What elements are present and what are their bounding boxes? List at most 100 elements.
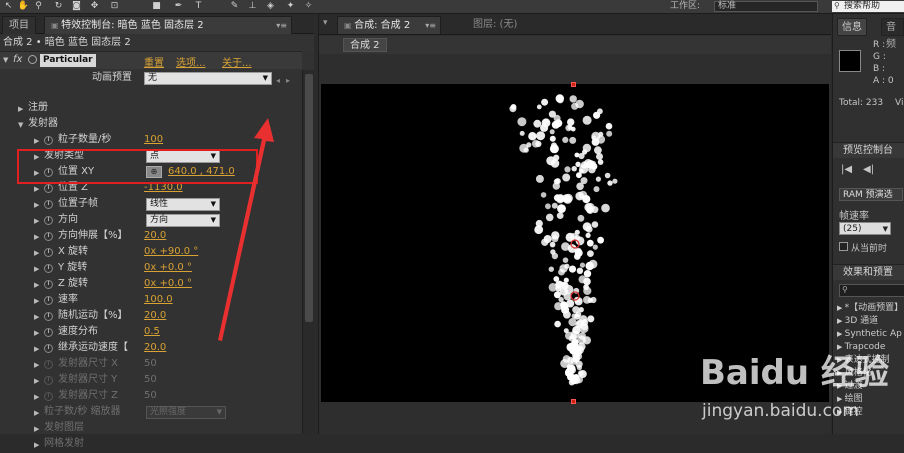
stopwatch-icon[interactable] [44, 200, 53, 209]
stopwatch-icon[interactable] [44, 232, 53, 241]
stopwatch-icon[interactable] [44, 344, 53, 353]
effect-controls-scrollbar[interactable] [302, 70, 314, 434]
param-value[interactable]: 0x +0.0 ° [144, 260, 192, 276]
chevron-right-icon[interactable]: ▶ [34, 405, 39, 421]
workspace-select[interactable]: 标准 [714, 1, 818, 12]
stopwatch-icon[interactable] [44, 280, 53, 289]
panel-menu-icon[interactable]: ▾≡ [276, 17, 287, 34]
eraser-tool-icon[interactable]: ◈ [264, 1, 277, 12]
param-value[interactable]: 0x +0.0 ° [144, 276, 192, 292]
effects-presets-header[interactable]: 效果和预置 [833, 264, 904, 280]
from-current-checkbox[interactable] [839, 242, 848, 251]
pan-tool-icon[interactable]: ✥ [88, 1, 101, 12]
zoom-tool-icon[interactable]: ⚲ [32, 1, 45, 12]
chevron-right-icon[interactable]: ▶ [34, 245, 39, 261]
puppet-tool-icon[interactable]: ✧ [302, 1, 315, 12]
param-value[interactable]: 100.0 [144, 292, 173, 308]
orbit-tool-icon[interactable]: ⊡ [108, 1, 121, 12]
param-value[interactable]: 50 [144, 388, 157, 404]
prev-frame-icon[interactable]: ◀| [863, 164, 874, 175]
chevron-right-icon[interactable]: ▶ [34, 165, 39, 181]
param-dropdown[interactable]: 方向 ▼ [146, 214, 220, 227]
next-preset-icon[interactable]: ▸ [286, 73, 290, 89]
crosshair-icon[interactable]: ⊕ [146, 166, 162, 178]
param-value[interactable]: 0x +90.0 ° [144, 244, 198, 260]
chevron-right-icon[interactable]: ▶ [34, 341, 39, 357]
roto-tool-icon[interactable]: ✦ [284, 1, 297, 12]
chevron-right-icon[interactable]: ▶ [34, 149, 39, 165]
brush-tool-icon[interactable]: ✎ [228, 1, 241, 12]
prev-preset-icon[interactable]: ◂ [276, 73, 280, 89]
chevron-right-icon[interactable]: ▶ [34, 181, 39, 197]
effects-category-item[interactable]: ▶ 风格化 [837, 367, 904, 380]
frame-rate-select[interactable]: (25) ▼ [839, 222, 891, 235]
search-help-input[interactable]: ⚲ 搜索帮助 [832, 1, 904, 12]
stopwatch-icon[interactable] [44, 248, 53, 257]
effects-category-item[interactable]: ▶ 过渡 [837, 380, 904, 393]
first-frame-icon[interactable]: |◀ [841, 164, 852, 175]
chevron-right-icon[interactable]: ▶ [34, 213, 39, 229]
effect-reset-link[interactable]: 重置 [144, 54, 164, 69]
tab-info[interactable]: 信息 [837, 18, 867, 36]
chevron-right-icon[interactable]: ▶ [34, 373, 39, 389]
param-value[interactable]: 20.0 [144, 340, 166, 356]
comp-breadcrumb-chip[interactable]: 合成 2 [343, 38, 387, 52]
hand-tool-icon[interactable]: ✋ [17, 1, 30, 12]
layer-handle-top[interactable] [571, 82, 576, 87]
effects-category-item[interactable]: ▶ 表达式控制 [837, 354, 904, 367]
layer-handle-bottom[interactable] [571, 399, 576, 404]
animation-preset-dropdown[interactable]: 无 ▼ [144, 72, 272, 85]
tab-project[interactable]: 项目 [2, 16, 36, 34]
stopwatch-icon[interactable] [44, 328, 53, 337]
rect-tool-icon[interactable]: ■ [150, 1, 163, 12]
effects-category-item[interactable]: ▶ 3D 通道 [837, 315, 904, 328]
param-value[interactable]: 50 [144, 372, 157, 388]
stopwatch-icon[interactable] [44, 136, 53, 145]
param-value[interactable]: 20.0 [144, 228, 166, 244]
chevron-right-icon[interactable]: ▶ [34, 389, 39, 405]
tab-layer[interactable]: 图层: (无) [467, 16, 523, 34]
stopwatch-icon[interactable] [44, 312, 53, 321]
rotate-tool-icon[interactable]: ↻ [52, 1, 65, 12]
effect-about-link[interactable]: 关于... [222, 54, 252, 69]
tab-audio[interactable]: 音频 [881, 18, 904, 50]
stopwatch-icon[interactable] [44, 376, 53, 385]
stopwatch-icon[interactable] [44, 360, 53, 369]
effect-collapse-icon[interactable]: ▼ [3, 56, 8, 64]
stopwatch-icon[interactable] [44, 296, 53, 305]
chevron-right-icon[interactable]: ▶ [34, 261, 39, 277]
effect-options-link[interactable]: 选项... [176, 54, 206, 69]
effects-search-input[interactable]: ⚲ [839, 284, 904, 297]
chevron-right-icon[interactable]: ▶ [34, 133, 39, 149]
param-value[interactable]: 100 [144, 132, 163, 148]
chevron-right-icon[interactable]: ▶ [34, 309, 39, 325]
param-dropdown[interactable]: 线性 ▼ [146, 198, 220, 211]
effects-category-item[interactable]: ▶ 绘图 [837, 393, 904, 406]
param-value[interactable]: 20.0 [144, 308, 166, 324]
param-value[interactable]: -1130.0 [144, 180, 183, 196]
ram-preview-options-button[interactable]: RAM 预演选 [839, 188, 903, 201]
chevron-right-icon[interactable]: ▶ [34, 293, 39, 309]
selection-tool-icon[interactable]: ↖ [2, 1, 15, 12]
chevron-right-icon[interactable]: ▶ [34, 229, 39, 245]
chevron-right-icon[interactable]: ▶ [34, 357, 39, 373]
camera-tool-icon[interactable]: ◙ [70, 1, 83, 12]
tab-composition[interactable]: ▣ 合成: 合成 2 ▾≡ [337, 16, 441, 34]
chevron-right-icon[interactable]: ▶ [18, 101, 23, 117]
chevron-right-icon[interactable]: ▶ [34, 325, 39, 341]
stopwatch-icon[interactable] [44, 264, 53, 273]
pen-tool-icon[interactable]: ✒ [172, 1, 185, 12]
stamp-tool-icon[interactable]: ⊥ [246, 1, 259, 12]
chevron-right-icon[interactable]: ▶ [34, 421, 39, 437]
param-dropdown[interactable]: 光照强度 ▼ [146, 406, 226, 419]
chevron-right-icon[interactable]: ▶ [34, 197, 39, 213]
stopwatch-icon[interactable] [44, 216, 53, 225]
chevron-right-icon[interactable]: ▶ [34, 277, 39, 293]
text-tool-icon[interactable]: T [192, 1, 205, 12]
param-value[interactable]: 0.5 [144, 324, 160, 340]
stopwatch-icon[interactable] [44, 392, 53, 401]
preview-panel-header[interactable]: 预览控制台 [833, 142, 904, 158]
chevron-right-icon[interactable]: ▶ [34, 437, 39, 453]
effects-category-item[interactable]: ▶ Synthetic Ap [837, 328, 904, 341]
scrollbar-thumb[interactable] [305, 74, 313, 322]
